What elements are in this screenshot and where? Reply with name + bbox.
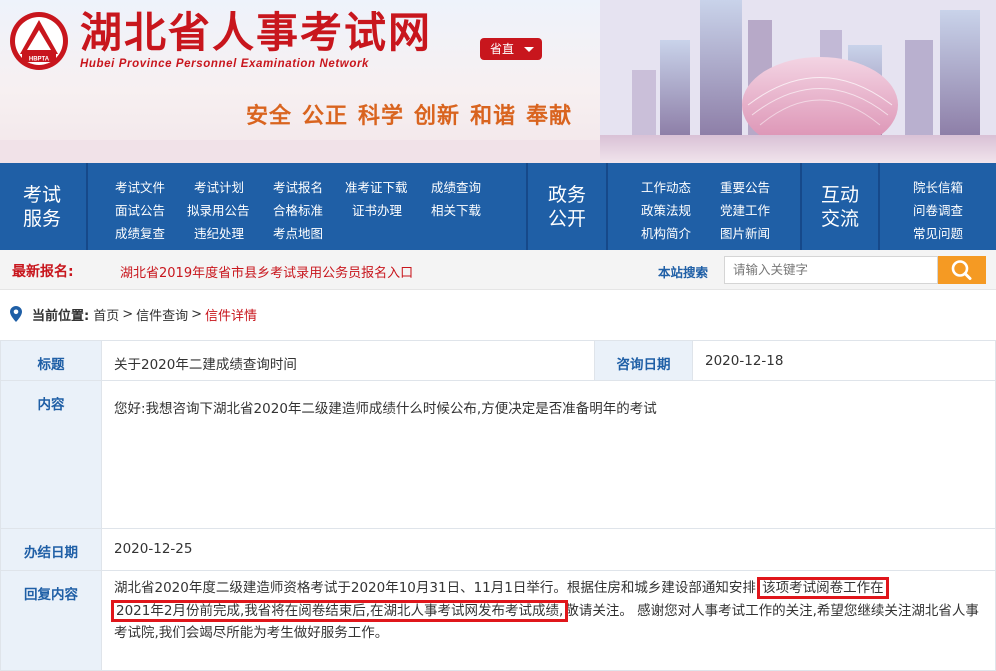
- nav-link-certificate[interactable]: 证书办理: [352, 200, 402, 219]
- nav-section-title-line: 交流: [820, 208, 859, 230]
- slogan-word: 安全: [246, 103, 293, 129]
- reply-content: 湖北省2020年度二级建造师资格考试于2020年10月31日、11月1日举行。根…: [101, 570, 996, 671]
- nav-section-exam-title: 考试 服务: [12, 183, 72, 231]
- reply-highlight: 2021年2月份前完成,我省将在阅卷结束后,在湖北人事考试网发布考试成绩,: [110, 599, 569, 622]
- nav-link-survey[interactable]: 问卷调查: [913, 200, 963, 219]
- breadcrumb-separator: >: [191, 306, 203, 322]
- breadcrumb-label: 当前位置:: [32, 308, 90, 324]
- nav-link-important-notice[interactable]: 重要公告: [720, 177, 770, 196]
- search-icon: [951, 260, 972, 280]
- nav-divider: [800, 163, 802, 250]
- breadcrumb-current: 信件详情: [205, 308, 258, 324]
- completion-date: 2020-12-25: [101, 528, 996, 571]
- nav-link-policy[interactable]: 政策法规: [641, 200, 691, 219]
- nav-divider: [878, 163, 880, 250]
- nav-section-title-line: 公开: [547, 208, 586, 230]
- consult-date: 2020-12-18: [692, 340, 996, 381]
- nav-section-title-line: 考试: [22, 184, 61, 206]
- letter-title: 关于2020年二建成绩查询时间: [101, 340, 595, 381]
- nav-link-score-query[interactable]: 成绩查询: [431, 177, 481, 196]
- slogan-word: 创新: [414, 103, 461, 129]
- nav-link-photo-news[interactable]: 图片新闻: [720, 223, 770, 242]
- nav-link-exam-register[interactable]: 考试报名: [273, 177, 323, 196]
- content-label: 内容: [0, 380, 102, 529]
- nav-section-interact-title: 互动 交流: [810, 183, 870, 231]
- site-search-label: 本站搜索: [658, 265, 709, 280]
- nav-link-hire-notice[interactable]: 拟录用公告: [187, 200, 250, 219]
- latest-registration-bar: 最新报名: 湖北省2019年度省市县乡考试录用公务员报名入口 本站搜索: [0, 250, 996, 290]
- chevron-down-icon: [524, 47, 534, 52]
- site-logo-icon: HBPTA: [10, 12, 68, 70]
- nav-link-exam-plan[interactable]: 考试计划: [194, 177, 244, 196]
- breadcrumb-separator: >: [122, 306, 134, 322]
- site-banner: HBPTA 湖北省人事考试网 Hubei Province Personnel …: [0, 0, 996, 163]
- nav-link-party-work[interactable]: 党建工作: [720, 200, 770, 219]
- nav-link-director-mailbox[interactable]: 院长信箱: [913, 177, 963, 196]
- nav-section-title-line: 政务: [547, 184, 586, 206]
- nav-link-site-map[interactable]: 考点地图: [273, 223, 323, 242]
- table-row: 标题 关于2020年二建成绩查询时间 咨询日期 2020-12-18: [0, 340, 996, 381]
- table-row: 回复内容 湖北省2020年度二级建造师资格考试于2020年10月31日、11月1…: [0, 570, 996, 671]
- nav-section-gov-title: 政务 公开: [537, 183, 597, 231]
- slogan-word: 和谐: [470, 103, 517, 129]
- nav-link-faq[interactable]: 常见问题: [913, 223, 963, 242]
- site-subtitle: Hubei Province Personnel Examination Net…: [80, 58, 370, 70]
- nav-link-work-news[interactable]: 工作动态: [641, 177, 691, 196]
- nav-link-downloads[interactable]: 相关下载: [431, 200, 481, 219]
- main-nav: 考试 服务 考试文件 考试计划 考试报名 准考证下载 成绩查询 面试公告 拟录用…: [0, 163, 996, 250]
- nav-link-interview-notice[interactable]: 面试公告: [115, 200, 165, 219]
- latest-label: 最新报名:: [12, 264, 74, 280]
- region-label: 省直: [490, 42, 515, 56]
- slogan-word: 科学: [358, 103, 405, 129]
- slogan-word: 奉献: [526, 103, 573, 129]
- breadcrumb-home[interactable]: 首页: [93, 305, 119, 324]
- nav-divider: [526, 163, 528, 250]
- slogan-word: 公正: [302, 103, 349, 129]
- nav-divider: [86, 163, 88, 250]
- search-input[interactable]: [724, 256, 938, 284]
- title-label: 标题: [0, 340, 102, 381]
- letter-detail-table: 标题 关于2020年二建成绩查询时间 咨询日期 2020-12-18 内容 您好…: [0, 340, 996, 671]
- nav-link-admission-download[interactable]: 准考证下载: [345, 177, 408, 196]
- nav-link-about[interactable]: 机构简介: [641, 223, 691, 242]
- table-row: 办结日期 2020-12-25: [0, 528, 996, 571]
- latest-news-link[interactable]: 湖北省2019年度省市县乡考试录用公务员报名入口: [120, 262, 413, 281]
- consult-date-label: 咨询日期: [594, 340, 693, 381]
- breadcrumb-letter-query[interactable]: 信件查询: [136, 305, 188, 324]
- reply-label: 回复内容: [0, 570, 102, 671]
- breadcrumb: 当前位置: 首页 > 信件查询 > 信件详情: [10, 303, 257, 325]
- nav-divider: [606, 163, 608, 250]
- nav-link-exam-docs[interactable]: 考试文件: [115, 177, 165, 196]
- search-button[interactable]: [938, 256, 986, 284]
- nav-section-title-line: 服务: [22, 208, 61, 230]
- nav-link-violation[interactable]: 违纪处理: [194, 223, 244, 242]
- reply-text: 湖北省2020年度二级建造师资格考试于2020年10月31日、11月1日举行。根…: [114, 580, 761, 596]
- reply-highlight: 该项考试阅卷工作在: [757, 577, 889, 599]
- site-title: 湖北省人事考试网: [80, 8, 433, 57]
- region-select-button[interactable]: 省直: [480, 38, 542, 60]
- location-pin-icon: [10, 306, 22, 322]
- nav-link-score-review[interactable]: 成绩复查: [115, 223, 165, 242]
- nav-section-title-line: 互动: [820, 184, 859, 206]
- slogan: 安全 公正 科学 创新 和谐 奉献: [246, 98, 572, 130]
- completion-date-label: 办结日期: [0, 528, 102, 571]
- logo-text: HBPTA: [29, 57, 50, 63]
- nav-link-pass-standard[interactable]: 合格标准: [273, 200, 323, 219]
- table-row: 内容 您好:我想咨询下湖北省2020年二级建造师成绩什么时候公布,方便决定是否准…: [0, 380, 996, 529]
- letter-content: 您好:我想咨询下湖北省2020年二级建造师成绩什么时候公布,方便决定是否准备明年…: [101, 380, 996, 529]
